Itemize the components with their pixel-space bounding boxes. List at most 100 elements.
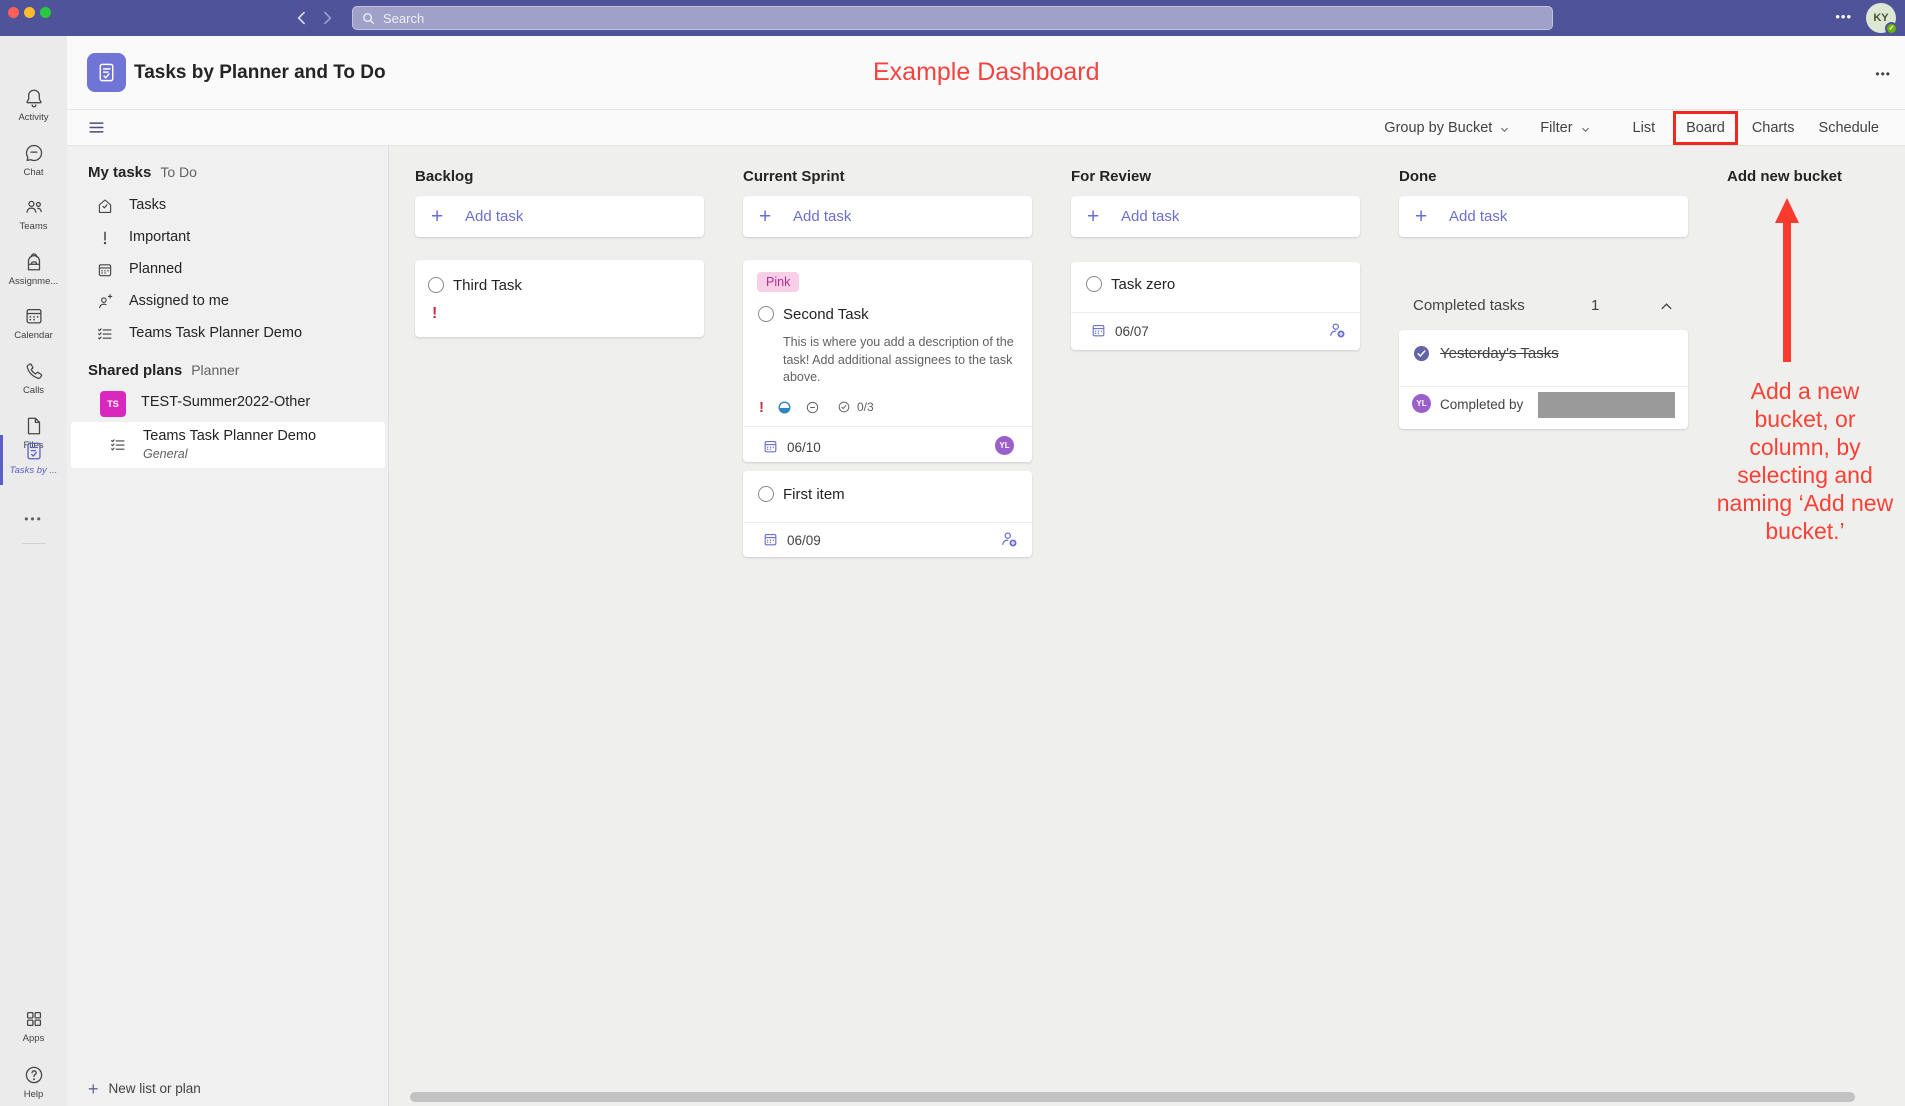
card-divider <box>743 522 1032 523</box>
due-date-calendar-icon <box>1090 322 1107 339</box>
group-by-dropdown[interactable]: Group by Bucket <box>1384 120 1510 136</box>
task-card-yesterdays-tasks[interactable]: Yesterday's Tasks YL Completed by <box>1399 330 1688 429</box>
titlebar: ••• KY ✓ <box>0 0 1905 36</box>
assign-person-icon[interactable] <box>999 529 1019 549</box>
sidebar-item-label: Teams Task Planner Demo <box>129 325 302 341</box>
completed-tasks-toggle[interactable]: Completed tasks 1 <box>1413 297 1688 314</box>
tab-board-active-with-red-annotation-box[interactable]: Board <box>1673 111 1738 145</box>
task-card-first-item[interactable]: First item 06/09 <box>743 471 1032 557</box>
back-icon[interactable] <box>292 8 312 28</box>
due-date: 06/10 <box>787 440 821 455</box>
shared-plans-suffix: Planner <box>191 362 239 378</box>
completed-check-icon[interactable] <box>1412 344 1431 363</box>
tab-schedule[interactable]: Schedule <box>1819 120 1879 136</box>
column-header-done: Done <box>1399 168 1437 185</box>
avatar[interactable]: KY ✓ <box>1866 3 1896 33</box>
sidebar-item-label: Assigned to me <box>129 293 229 309</box>
rail-item-assignments[interactable]: Assignme... <box>0 251 67 287</box>
backpack-icon <box>23 251 45 273</box>
add-task-button[interactable]: + Add task <box>1071 196 1360 237</box>
app-header: Tasks by Planner and To Do Example Dashb… <box>67 36 1905 110</box>
add-new-bucket-button[interactable]: Add new bucket <box>1727 168 1842 185</box>
chat-bubble-icon <box>23 142 45 164</box>
rail-item-tasks[interactable]: Tasks by ... <box>0 440 67 476</box>
complete-task-circle[interactable] <box>758 486 774 502</box>
card-divider <box>743 426 1032 427</box>
page-title: Tasks by Planner and To Do <box>134 62 386 84</box>
rail-item-activity[interactable]: Activity <box>0 87 67 123</box>
rail-item-calendar[interactable]: Calendar <box>0 305 67 341</box>
chevron-up-icon <box>1659 299 1674 314</box>
zoom-window-button[interactable] <box>40 7 51 18</box>
annotation-example-dashboard: Example Dashboard <box>873 58 1100 87</box>
sidebar-item-teams-task-planner-demo-selected[interactable]: Teams Task Planner Demo General <box>71 422 385 468</box>
new-list-or-plan-button[interactable]: + New list or plan <box>88 1081 201 1096</box>
sidebar-item-planned[interactable]: Planned <box>67 254 388 286</box>
rail-item-teams[interactable]: Teams <box>0 196 67 232</box>
plus-icon: + <box>88 1082 99 1096</box>
help-circle-icon <box>23 1064 45 1086</box>
due-date-calendar-icon <box>762 438 779 455</box>
minimize-window-button[interactable] <box>24 7 35 18</box>
rail-divider <box>22 543 46 544</box>
sidebar-item-tasks[interactable]: Tasks <box>67 190 388 222</box>
important-priority-icon: ! <box>759 399 764 416</box>
complete-task-circle[interactable] <box>758 306 774 322</box>
checklist-icon <box>109 436 127 454</box>
rail-item-chat[interactable]: Chat <box>0 142 67 178</box>
header-more-icon[interactable]: ••• <box>1875 67 1891 81</box>
person-plus-icon <box>96 293 114 311</box>
add-task-button[interactable]: + Add task <box>743 196 1032 237</box>
tab-list[interactable]: List <box>1633 120 1656 136</box>
sidebar-item-important[interactable]: Important <box>67 222 388 254</box>
rail-item-apps[interactable]: Apps <box>0 1008 67 1044</box>
search-bar[interactable] <box>352 6 1553 30</box>
complete-task-circle[interactable] <box>428 277 444 293</box>
home-check-icon <box>96 197 114 215</box>
in-progress-icon <box>777 400 792 415</box>
titlebar-more-icon[interactable]: ••• <box>1835 9 1852 24</box>
add-task-button[interactable]: + Add task <box>415 196 704 237</box>
horizontal-scrollbar[interactable] <box>410 1092 1855 1102</box>
rail-item-calls[interactable]: Calls <box>0 360 67 396</box>
sidebar-item-teams-task-planner-demo[interactable]: Teams Task Planner Demo <box>67 318 388 350</box>
filter-dropdown[interactable]: Filter <box>1540 120 1590 136</box>
rail-item-help[interactable]: Help <box>0 1064 67 1100</box>
task-card-task-zero[interactable]: Task zero 06/07 <box>1071 262 1360 350</box>
plus-icon: + <box>1415 205 1427 229</box>
file-icon <box>23 415 45 437</box>
search-input[interactable] <box>383 11 1544 26</box>
hamburger-menu-icon[interactable] <box>87 118 106 137</box>
column-header-for-review: For Review <box>1071 168 1151 185</box>
tab-charts[interactable]: Charts <box>1752 120 1795 136</box>
task-title: Second Task <box>783 306 869 323</box>
calendar-icon <box>96 261 114 279</box>
task-card-third-task[interactable]: Third Task ! <box>415 260 704 337</box>
completed-tasks-label: Completed tasks <box>1413 297 1525 314</box>
task-card-second-task[interactable]: Pink Second Task This is where you add a… <box>743 260 1032 462</box>
assign-person-icon[interactable] <box>1327 320 1347 340</box>
exclamation-icon <box>96 229 114 247</box>
card-divider <box>1399 386 1688 387</box>
rail-more-icon[interactable]: ••• <box>0 512 67 526</box>
add-task-button[interactable]: + Add task <box>1399 196 1688 237</box>
shared-plans-heading: Shared plansPlanner <box>88 362 239 379</box>
sidebar-item-label: TEST-Summer2022-Other <box>141 394 310 410</box>
my-tasks-label: My tasks <box>88 164 151 181</box>
assignee-avatar[interactable]: YL <box>1412 394 1431 413</box>
task-description: This is where you add a description of t… <box>783 334 1017 387</box>
sidebar-item-label: Important <box>129 229 190 245</box>
new-list-label: New list or plan <box>109 1081 201 1096</box>
close-window-button[interactable] <box>8 7 19 18</box>
column-header-current-sprint: Current Sprint <box>743 168 845 185</box>
forward-icon[interactable] <box>317 8 337 28</box>
column-header-backlog: Backlog <box>415 168 473 185</box>
sidebar-item-test-summer2022[interactable]: TS TEST-Summer2022-Other <box>67 387 388 421</box>
complete-task-circle[interactable] <box>1086 276 1102 292</box>
search-icon <box>361 11 376 26</box>
sidebar-item-assigned-to-me[interactable]: Assigned to me <box>67 286 388 318</box>
assignee-avatar[interactable]: YL <box>995 436 1014 455</box>
avatar-initials: KY <box>1873 12 1888 24</box>
filter-label: Filter <box>1540 120 1572 136</box>
rail-label: Help <box>0 1089 67 1100</box>
